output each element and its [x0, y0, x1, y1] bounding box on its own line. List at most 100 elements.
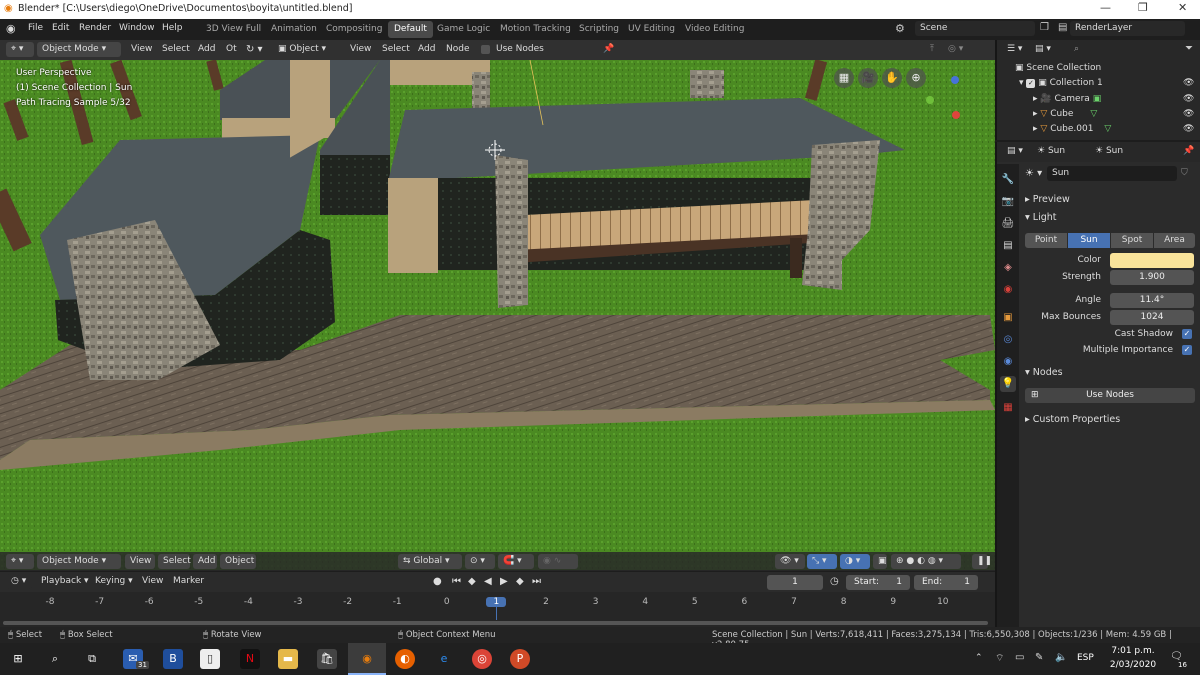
clock-date[interactable]: 2/03/2020: [1108, 660, 1158, 670]
properties-pin-icon[interactable]: 📌: [1183, 146, 1194, 161]
tab-video-editing[interactable]: Video Editing: [679, 21, 750, 38]
use-nodes-button[interactable]: ⊞ Use Nodes: [1025, 388, 1195, 403]
use-nodes-checkbox[interactable]: [481, 45, 490, 54]
jump-end-icon[interactable]: ⏭: [532, 576, 541, 587]
scene-icon[interactable]: ⚙: [895, 22, 905, 35]
cube-001-visibility-icon[interactable]: 👁: [1183, 124, 1194, 139]
world-tab-icon[interactable]: ◉: [1000, 282, 1016, 298]
tab-animation[interactable]: Animation: [265, 21, 323, 38]
render-layer-icon[interactable]: ▤: [1058, 22, 1067, 33]
refresh-icon[interactable]: ↻ ▾: [246, 44, 263, 55]
collection-visibility-icon[interactable]: 👁: [1183, 78, 1194, 93]
nodes-panel-header[interactable]: ▾ Nodes: [1021, 364, 1197, 381]
footer-menu-object[interactable]: Object: [220, 554, 256, 569]
blender-taskbar-icon[interactable]: ◉: [357, 649, 377, 669]
outliner-search-input[interactable]: ⌕: [1069, 42, 1181, 57]
jump-start-icon[interactable]: ⏮: [452, 576, 461, 587]
menu-file[interactable]: File: [28, 23, 43, 33]
minimize-icon[interactable]: —: [1100, 1, 1111, 14]
document-icon[interactable]: ▯: [200, 649, 220, 669]
tray-chevron-icon[interactable]: ⌃: [975, 653, 983, 663]
fake-user-icon[interactable]: ⛉: [1181, 168, 1188, 178]
timeline-editor-icon[interactable]: ◷ ▾: [6, 574, 32, 589]
tab-motion-tracking[interactable]: Motion Tracking: [494, 21, 577, 38]
object-tab-icon[interactable]: ▣: [1000, 310, 1016, 326]
angle-field[interactable]: 11.4°: [1110, 293, 1194, 308]
edge-icon[interactable]: e: [434, 649, 454, 669]
outliner-item-cube[interactable]: ▸ ▽ Cube ▽: [1033, 109, 1097, 124]
light-color-swatch[interactable]: [1110, 253, 1194, 268]
play-reverse-icon[interactable]: ◀: [484, 576, 492, 587]
start-frame-field[interactable]: Start: 1: [846, 575, 910, 590]
properties-editor-icon[interactable]: ▤ ▾: [1002, 144, 1026, 159]
render-tab-icon[interactable]: 📷: [1000, 194, 1016, 210]
timeline-playback[interactable]: Playback ▾: [41, 576, 89, 586]
battery-icon[interactable]: ▭: [1015, 652, 1024, 663]
menu-render[interactable]: Render: [79, 23, 111, 33]
shading-modes[interactable]: ⊕ ● ◐ ◍ ▾: [891, 554, 961, 569]
render-layer-field[interactable]: RenderLayer: [1070, 21, 1185, 36]
max-bounces-field[interactable]: 1024: [1110, 310, 1194, 325]
light-type-sun[interactable]: Sun: [1068, 233, 1110, 248]
search-icon[interactable]: ⌕: [45, 649, 65, 669]
3d-viewport[interactable]: User Perspective (1) Scene Collection | …: [0, 60, 995, 570]
scene-field[interactable]: Scene: [915, 21, 1035, 36]
close-icon[interactable]: ✕: [1178, 1, 1187, 14]
light-type-area[interactable]: Area: [1154, 233, 1195, 248]
outliner-item-camera[interactable]: ▸ 🎥 Camera ▣: [1033, 94, 1101, 109]
visibility-icon[interactable]: 👁 ▾: [775, 554, 805, 569]
output-tab-icon[interactable]: 🖨: [1000, 216, 1016, 232]
footer-menu-select[interactable]: Select: [158, 554, 191, 569]
tool-tab-icon[interactable]: 🔧: [1000, 172, 1016, 188]
pivot-icon[interactable]: ⊙ ▾: [465, 554, 495, 569]
node-menu-select[interactable]: Select: [382, 44, 410, 54]
outliner-item-cube-001[interactable]: ▸ ▽ Cube.001 ▽: [1033, 124, 1111, 139]
wifi-icon[interactable]: ⌔: [995, 652, 1004, 665]
b-app-icon[interactable]: B: [163, 649, 183, 669]
snap-toggle-icon[interactable]: 🧲 ▾: [498, 554, 534, 569]
pin-icon[interactable]: 📌: [603, 44, 614, 54]
proportional-edit-icon[interactable]: ◉ ∿: [538, 554, 578, 569]
clock-icon[interactable]: ◷: [830, 576, 839, 587]
outliner-scene-collection[interactable]: ▣ Scene Collection: [1015, 63, 1101, 78]
tab-game-logic[interactable]: Game Logic: [431, 21, 496, 38]
chrome-icon[interactable]: ◎: [472, 649, 492, 669]
light-data-tab-icon[interactable]: 💡: [1000, 376, 1016, 392]
light-type-spot[interactable]: Spot: [1111, 233, 1153, 248]
maximize-icon[interactable]: ❐: [1138, 1, 1148, 14]
pause-render-icon[interactable]: ❚❚: [972, 554, 992, 569]
custom-properties-panel-header[interactable]: ▸ Custom Properties: [1021, 411, 1197, 428]
node-menu-node[interactable]: Node: [446, 44, 470, 54]
editor-type-icon[interactable]: ⌖ ▾: [6, 42, 34, 57]
prev-key-icon[interactable]: ◆: [468, 576, 476, 587]
tab-3d-view-full[interactable]: 3D View Full: [200, 21, 267, 38]
current-frame-field[interactable]: 1: [767, 575, 823, 590]
node-menu-view[interactable]: View: [350, 44, 371, 54]
clock-time[interactable]: 7:01 p.m.: [1108, 646, 1158, 656]
menu-window[interactable]: Window: [119, 23, 155, 33]
task-view-icon[interactable]: ⧉: [82, 649, 102, 669]
start-icon[interactable]: ⊞: [8, 649, 28, 669]
tab-scripting[interactable]: Scripting: [573, 21, 625, 38]
cube-visibility-icon[interactable]: 👁: [1183, 109, 1194, 124]
tab-uv-editing[interactable]: UV Editing: [622, 21, 681, 38]
blender-menu-icon[interactable]: ◉: [6, 22, 16, 35]
menu-help[interactable]: Help: [162, 23, 183, 33]
timeline-scrollbar[interactable]: [0, 620, 995, 627]
record-icon[interactable]: ●: [433, 576, 442, 587]
outliner-collection-1[interactable]: ▾ ✓ ▣ Collection 1: [1019, 78, 1103, 93]
physics-tab-icon[interactable]: ◉: [1000, 354, 1016, 370]
footer-menu-add[interactable]: Add: [193, 554, 217, 569]
camera-view-icon[interactable]: 🎥: [858, 68, 878, 88]
timeline-keying[interactable]: Keying ▾: [95, 576, 133, 586]
timeline-marker[interactable]: Marker: [173, 576, 204, 586]
file-explorer-icon[interactable]: ▬: [278, 649, 298, 669]
end-frame-field[interactable]: End: 1: [914, 575, 978, 590]
transform-orientation[interactable]: ⇆ Global ▾: [398, 554, 462, 569]
node-menu-add[interactable]: Add: [418, 44, 435, 54]
multiple-importance-checkbox[interactable]: ✓: [1182, 345, 1192, 355]
xray-icon[interactable]: ▣: [873, 554, 887, 569]
footer-editor-icon[interactable]: ⌖ ▾: [6, 554, 34, 569]
modifier-tab-icon[interactable]: ◎: [1000, 332, 1016, 348]
snap-icon[interactable]: ⤒: [930, 44, 934, 54]
